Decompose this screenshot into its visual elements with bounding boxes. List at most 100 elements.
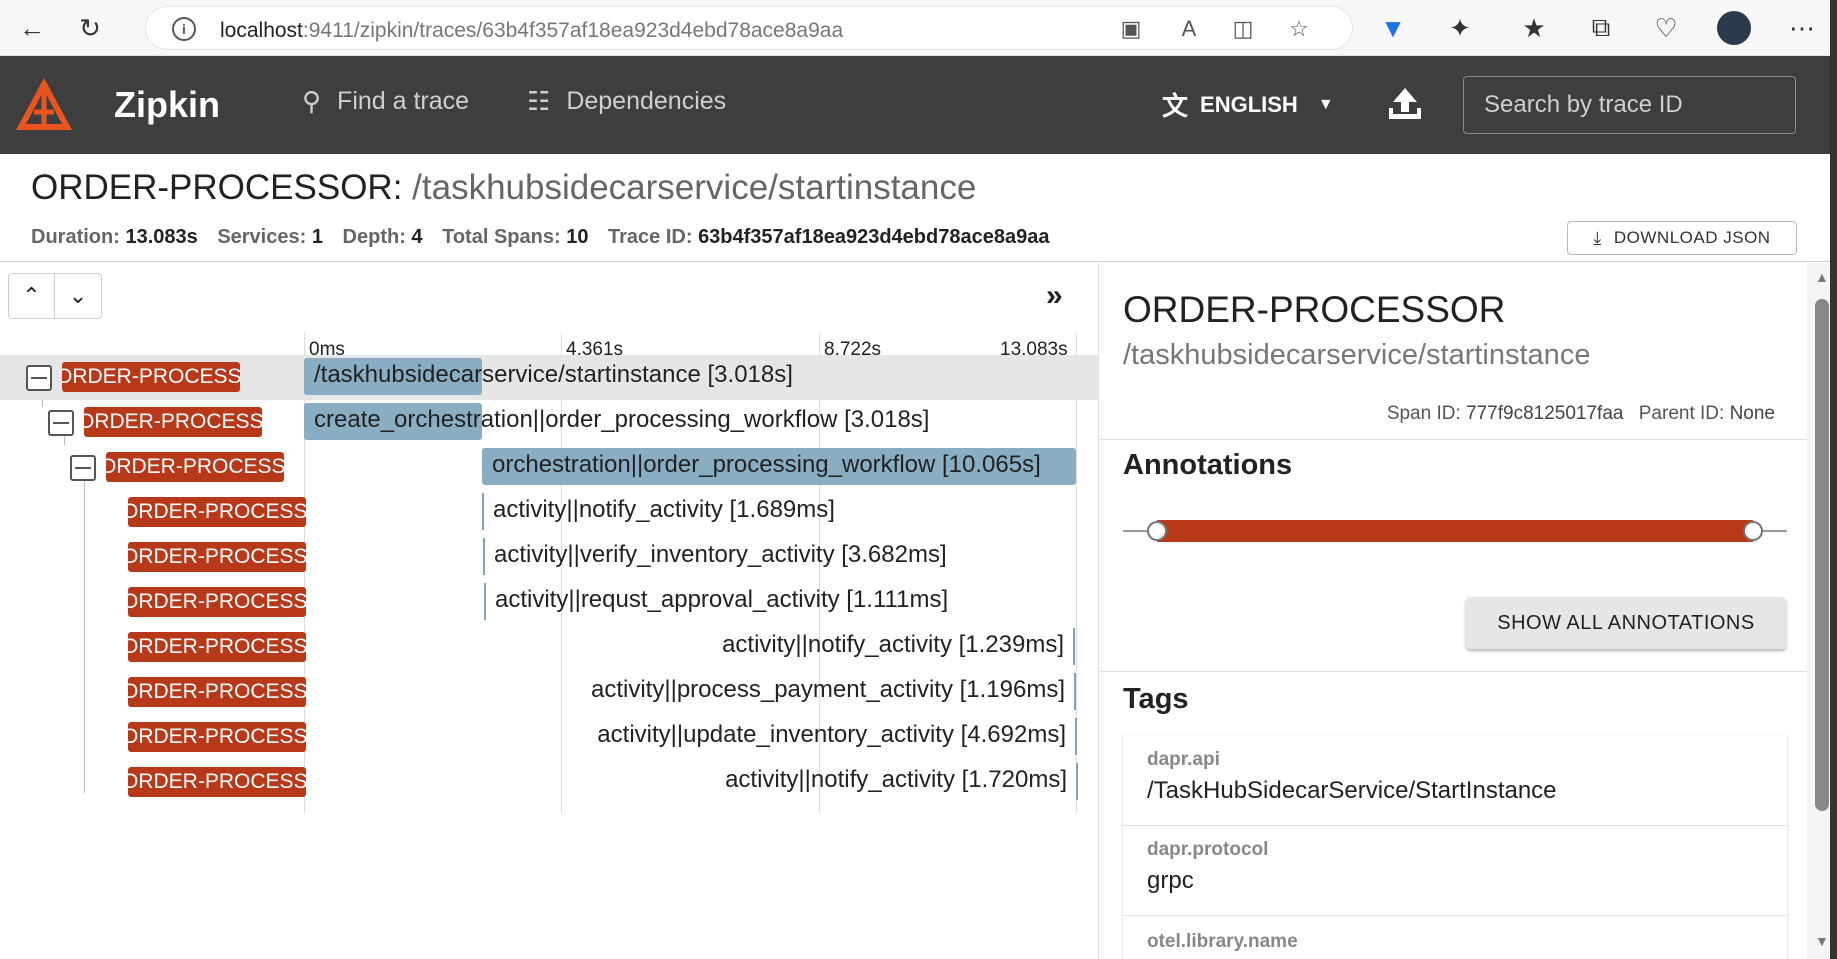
brand-name[interactable]: Zipkin bbox=[114, 84, 220, 126]
divider bbox=[1123, 825, 1787, 826]
tags-list: dapr.api /TaskHubSidecarService/StartIns… bbox=[1123, 735, 1787, 959]
expand-detail-icon[interactable]: » bbox=[1046, 279, 1063, 313]
slider-end-handle[interactable] bbox=[1743, 521, 1763, 541]
app-available-icon[interactable]: ▣ bbox=[1116, 15, 1146, 43]
refresh-icon[interactable]: ↻ bbox=[72, 10, 108, 46]
total-spans-label: Total Spans: bbox=[442, 226, 561, 248]
parent-id-value: None bbox=[1729, 403, 1775, 424]
service-badge: ORDER-PROCESSOR bbox=[128, 722, 306, 752]
slider-start-handle[interactable] bbox=[1147, 521, 1167, 541]
span-row[interactable]: ORDER-PROCESSOR activity||notify_activit… bbox=[0, 760, 1098, 805]
scroll-up-icon[interactable]: ▲ bbox=[1815, 269, 1829, 285]
collapse-toggle[interactable] bbox=[26, 365, 52, 391]
span-row[interactable]: ORDER-PROCESSOR activity||notify_activit… bbox=[0, 490, 1098, 535]
extensions-icon[interactable]: ✦ bbox=[1442, 10, 1478, 46]
span-row[interactable]: ORDER-PROCESSOR activity||process_paymen… bbox=[0, 670, 1098, 715]
span-id-label: Span ID: bbox=[1386, 403, 1461, 424]
trace-id-search[interactable] bbox=[1463, 76, 1796, 134]
trace-root-path: /taskhubsidecarservice/startinstance bbox=[402, 168, 977, 207]
nav-find-trace[interactable]: ⚲ Find a trace bbox=[302, 86, 469, 117]
span-label: activity||verify_inventory_activity [3.6… bbox=[494, 541, 947, 568]
favorites-icon[interactable]: ★ bbox=[1516, 10, 1552, 46]
span-label: activity||notify_activity [1.689ms] bbox=[493, 496, 835, 523]
url-text: localhost:9411/zipkin/traces/63b4f357af1… bbox=[220, 19, 844, 42]
collapse-toggle[interactable] bbox=[70, 455, 96, 481]
search-icon: ⚲ bbox=[302, 86, 322, 116]
download-json-button[interactable]: ⤓ DOWNLOAD JSON bbox=[1567, 221, 1797, 255]
trace-id-value: 63b4f357af18ea923d4ebd78ace8a9aa bbox=[698, 226, 1050, 248]
span-ids: Span ID: 777f9c8125017faa Parent ID: Non… bbox=[1387, 403, 1775, 425]
site-info-icon[interactable]: i bbox=[172, 17, 196, 41]
span-label: activity||notify_activity [1.720ms] bbox=[725, 766, 1067, 793]
span-row[interactable]: ORDER-PROCESSOR activity||notify_activit… bbox=[0, 625, 1098, 670]
translate-icon: 文 bbox=[1162, 91, 1189, 121]
span-bar bbox=[482, 493, 484, 530]
next-span-button[interactable]: ⌄ bbox=[55, 274, 101, 318]
more-menu-icon[interactable]: ⋯ bbox=[1784, 10, 1820, 46]
slider-track bbox=[1157, 520, 1753, 542]
span-row[interactable]: ORDER-PROCESSOR activity||update_invento… bbox=[0, 715, 1098, 760]
split-screen-icon[interactable]: ◫ bbox=[1228, 15, 1258, 43]
previous-span-button[interactable]: ⌃ bbox=[9, 274, 56, 318]
service-badge: ORDER-PROCESSOR bbox=[106, 452, 284, 482]
span-id-value: 777f9c8125017faa bbox=[1466, 403, 1624, 424]
address-bar[interactable]: i localhost:9411/zipkin/traces/63b4f357a… bbox=[145, 6, 1353, 50]
service-badge: ORDER-PROCESSOR bbox=[84, 407, 262, 437]
divider bbox=[1123, 915, 1787, 916]
collections-icon[interactable]: ⧉ bbox=[1583, 10, 1619, 46]
language-selector[interactable]: 文 ENGLISH ▼ bbox=[1162, 86, 1334, 123]
tag-key: otel.library.name bbox=[1147, 931, 1298, 952]
nav-dependencies-label: Dependencies bbox=[566, 87, 727, 115]
annotations-range-slider[interactable] bbox=[1123, 516, 1787, 546]
annotations-heading: Annotations bbox=[1123, 449, 1293, 481]
favorite-star-icon[interactable]: ☆ bbox=[1284, 15, 1314, 43]
scroll-down-icon[interactable]: ▼ bbox=[1815, 933, 1829, 949]
duration-value: 13.083s bbox=[125, 226, 198, 248]
shield-extension-icon[interactable]: ▼ bbox=[1375, 10, 1411, 46]
scrollbar-thumb[interactable] bbox=[1815, 299, 1829, 811]
browser-essentials-icon[interactable]: ♡ bbox=[1648, 10, 1684, 46]
span-row[interactable]: ORDER-PROCESSOR activity||verify_invento… bbox=[0, 535, 1098, 580]
download-json-label: DOWNLOAD JSON bbox=[1613, 228, 1771, 247]
total-spans-value: 10 bbox=[566, 226, 589, 248]
span-label: activity||process_payment_activity [1.19… bbox=[591, 676, 1065, 703]
trace-timeline: ⌃ ⌄ » 0ms 4.361s 8.722s 13.083s ORDER-PR… bbox=[0, 263, 1098, 959]
window-edge bbox=[1830, 0, 1837, 959]
zipkin-header: Zipkin ⚲ Find a trace ☷ Dependencies 文 E… bbox=[0, 56, 1837, 154]
trace-id-input[interactable] bbox=[1464, 77, 1795, 133]
service-badge: ORDER-PROCESSOR bbox=[128, 767, 306, 797]
divider bbox=[1099, 439, 1807, 440]
tag-key: dapr.api bbox=[1147, 749, 1220, 770]
detail-span-path: /taskhubsidecarservice/startinstance bbox=[1123, 339, 1591, 371]
services-value: 1 bbox=[311, 226, 323, 248]
detail-service-name: ORDER-PROCESSOR bbox=[1123, 289, 1506, 330]
span-row[interactable]: ORDER-PROCESSOR activity||requst_approva… bbox=[0, 580, 1098, 625]
span-navigation: ⌃ ⌄ bbox=[8, 273, 102, 319]
service-badge: ORDER-PROCESSOR bbox=[128, 677, 306, 707]
language-label: ENGLISH bbox=[1200, 91, 1298, 117]
span-bar bbox=[483, 538, 485, 575]
trace-title: ORDER-PROCESSOR: /taskhubsidecarservice/… bbox=[31, 168, 976, 208]
service-badge: ORDER-PROCESSOR bbox=[128, 497, 306, 527]
read-aloud-icon[interactable]: A bbox=[1174, 15, 1204, 43]
chevron-down-icon: ▼ bbox=[1317, 95, 1334, 113]
zipkin-logo-icon[interactable] bbox=[12, 74, 76, 138]
span-label: activity||update_inventory_activity [4.6… bbox=[597, 721, 1066, 748]
nav-find-trace-label: Find a trace bbox=[337, 87, 470, 115]
span-row[interactable]: ORDER-PROCESSOR create_orchestration||or… bbox=[0, 400, 1098, 445]
span-row[interactable]: ORDER-PROCESSOR orchestration||order_pro… bbox=[0, 445, 1098, 490]
show-all-annotations-button[interactable]: SHOW ALL ANNOTATIONS bbox=[1466, 597, 1786, 649]
service-badge: ORDER-PROCESSOR bbox=[128, 542, 306, 572]
profile-avatar[interactable] bbox=[1716, 10, 1752, 46]
service-badge: ORDER-PROCESSOR bbox=[62, 362, 240, 392]
trace-id-label: Trace ID: bbox=[608, 226, 693, 248]
back-arrow-icon[interactable]: ← bbox=[14, 10, 50, 46]
collapse-toggle[interactable] bbox=[48, 410, 74, 436]
download-icon: ⤓ bbox=[1593, 227, 1602, 248]
span-row[interactable]: ORDER-PROCESSOR /taskhubsidecarservice/s… bbox=[0, 355, 1098, 400]
services-label: Services: bbox=[217, 226, 307, 248]
tags-heading: Tags bbox=[1123, 683, 1189, 715]
span-label: create_orchestration||order_processing_w… bbox=[314, 406, 930, 433]
nav-dependencies[interactable]: ☷ Dependencies bbox=[527, 86, 726, 117]
upload-icon[interactable] bbox=[1385, 84, 1425, 124]
